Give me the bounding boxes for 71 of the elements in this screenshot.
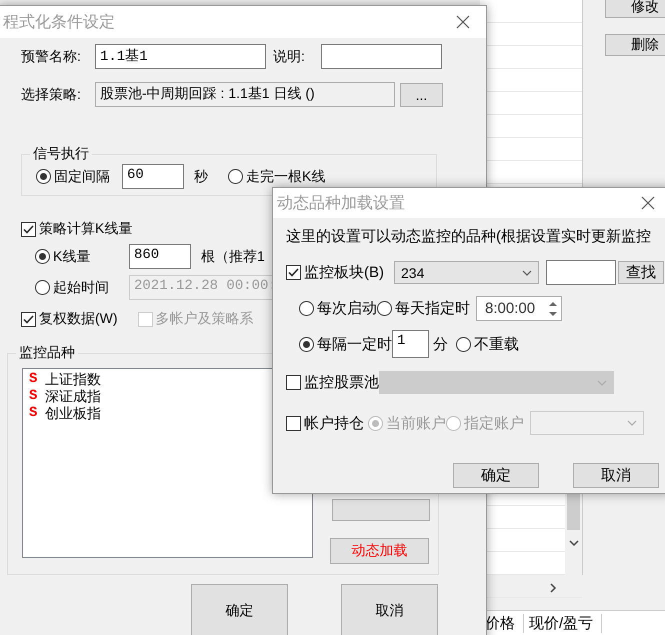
time-spinner[interactable]: 8:00:00 — [476, 296, 562, 321]
close-icon[interactable] — [641, 196, 655, 210]
checkbox-label: 多帐户及策略系 — [156, 310, 254, 328]
kline-count-field[interactable]: 860 — [129, 244, 191, 269]
column-header: 现价/盈亏 — [524, 614, 602, 633]
radio-label: 每天指定时 — [395, 299, 470, 318]
radio-button[interactable] — [35, 280, 50, 295]
radio-label: 固定间隔 — [54, 168, 110, 186]
close-icon[interactable] — [456, 15, 470, 29]
checkbox[interactable] — [21, 222, 36, 236]
field-label: 选择策略: — [21, 86, 82, 104]
radio-button[interactable] — [299, 336, 314, 352]
interval-field[interactable]: 1 — [392, 330, 429, 358]
radio-button[interactable] — [377, 301, 392, 316]
checkbox[interactable] — [286, 265, 301, 280]
dialog-button[interactable]: 取消 — [341, 584, 438, 635]
caret-icon — [597, 380, 607, 386]
window-title: 程式化条件设定 — [2, 12, 115, 32]
checkbox[interactable] — [286, 416, 301, 430]
right-chevron-icon[interactable] — [548, 583, 558, 593]
radio-button[interactable] — [299, 301, 314, 316]
radio-label: 当前账户 — [386, 414, 446, 432]
radio-button[interactable] — [36, 169, 51, 184]
side-button[interactable]: 修改 — [605, 0, 665, 18]
caret-icon — [627, 420, 637, 426]
alert-name-field[interactable]: 1.1基1 — [95, 44, 266, 69]
unit-label: 分 — [433, 334, 448, 354]
field-label: 预警名称: — [21, 48, 82, 66]
group-title: 信号执行 — [30, 145, 92, 163]
radio-label: 起始时间 — [53, 278, 110, 296]
dialog-button[interactable]: 确定 — [191, 584, 288, 635]
radio-label: 不重载 — [474, 334, 519, 354]
checkbox[interactable] — [21, 312, 36, 326]
radio-button[interactable] — [228, 169, 243, 184]
dialog-button[interactable]: 取消 — [573, 463, 659, 488]
radio-label: 每次启动 — [317, 299, 377, 318]
sector-dropdown[interactable]: 234 — [394, 261, 539, 284]
checkbox-label: 策略计算K线量 — [39, 220, 132, 238]
symbol-name[interactable]: 上证指数 — [45, 371, 101, 388]
find-button[interactable]: 查找 — [618, 261, 664, 284]
checkbox[interactable] — [286, 375, 301, 390]
side-button[interactable]: 删除 — [605, 34, 665, 56]
symbol-name[interactable]: 深证成指 — [45, 388, 101, 405]
caret-icon — [522, 270, 532, 276]
search-field[interactable] — [546, 260, 616, 285]
symbol-name[interactable]: 创业板指 — [45, 405, 101, 422]
symbol-marker: S — [29, 388, 38, 405]
checkbox-label: 监控板块(B) — [304, 263, 384, 282]
group-title: 监控品种 — [16, 344, 78, 362]
radio-label: K线量 — [53, 248, 92, 266]
spinner-value: 8:00:00 — [484, 300, 536, 317]
symbol-marker: S — [29, 371, 38, 388]
interval-field[interactable]: 60 — [122, 164, 184, 189]
description-field[interactable] — [321, 44, 442, 69]
browse-button[interactable]: ... — [400, 82, 443, 106]
strategy-field[interactable]: 股票池-中周期回踩 : 1.1基1 日线 () — [95, 82, 395, 107]
dropdown-value: 234 — [401, 264, 424, 280]
symbol-marker: S — [29, 405, 38, 422]
intro-text: 这里的设置可以动态监控的品种(根据设置实时更新监控 — [286, 227, 652, 246]
radio-label: 每隔一定时 — [317, 334, 392, 354]
window-title: 动态品种加载设置 — [276, 194, 405, 214]
unit-label: 秒 — [194, 168, 208, 186]
checkbox-label: 复权数据(W) — [39, 310, 118, 328]
radio-label: 走完一根K线 — [246, 168, 326, 186]
radio-label: 指定账户 — [464, 414, 524, 432]
radio-button[interactable] — [35, 249, 50, 264]
field-label: 说明: — [273, 48, 306, 66]
hint-label: 根（推荐1 — [201, 248, 265, 266]
radio-button[interactable] — [456, 336, 471, 352]
dialog-button[interactable]: 确定 — [453, 463, 539, 488]
down-chevron-icon[interactable] — [569, 538, 579, 548]
